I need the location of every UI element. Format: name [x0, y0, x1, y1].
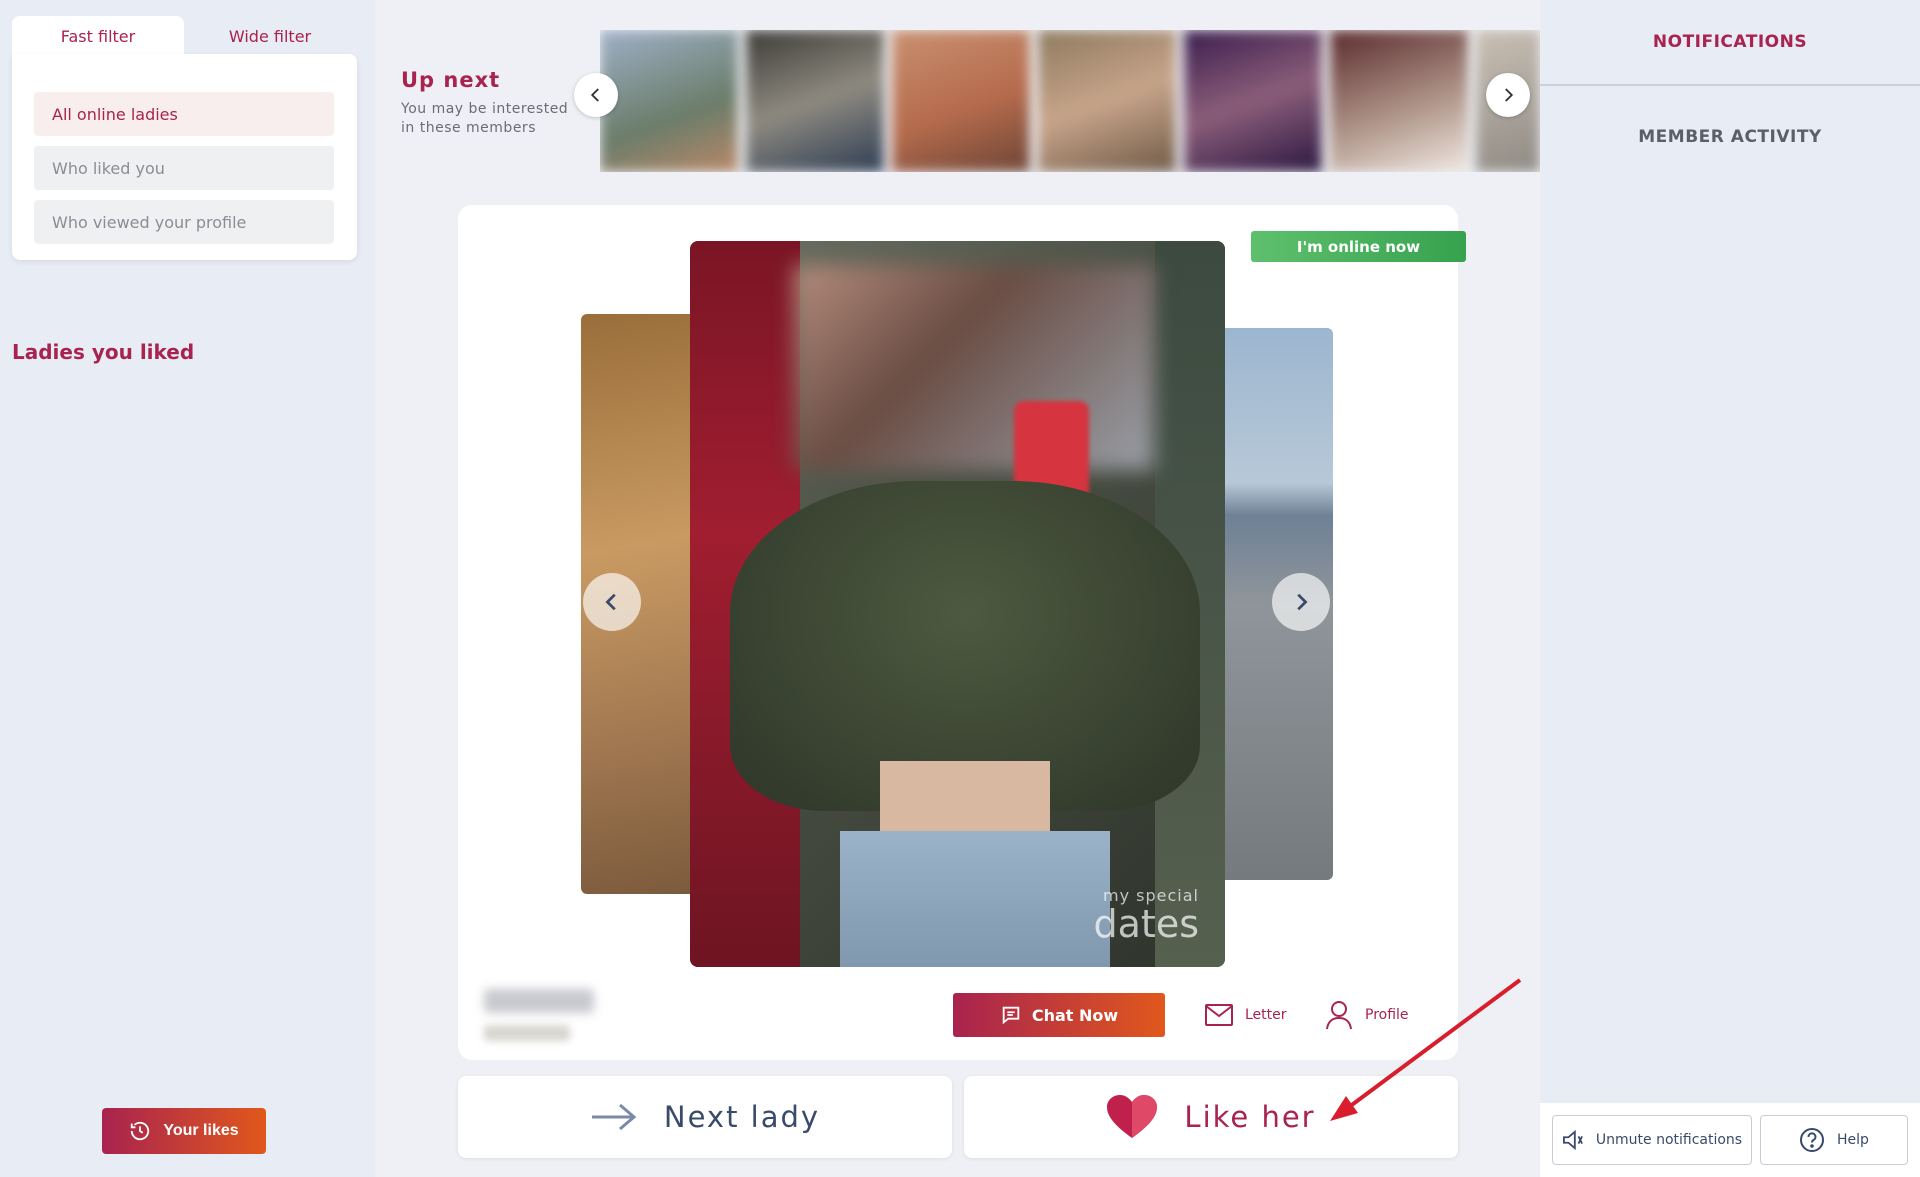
filter-list: All online ladies Who liked you Who view…: [12, 54, 357, 260]
filter-card: Fast filter Wide filter All online ladie…: [12, 16, 357, 260]
photo-prev-button[interactable]: [583, 573, 641, 631]
help-button[interactable]: Help: [1760, 1115, 1908, 1165]
strip-prev-button[interactable]: [574, 73, 618, 117]
liked-section-title: Ladies you liked: [12, 340, 195, 364]
right-panel: NOTIFICATIONS MEMBER ACTIVITY Unmute not…: [1540, 0, 1920, 1177]
upnext-title: Up next: [401, 68, 501, 92]
tab-wide-filter[interactable]: Wide filter: [184, 16, 356, 56]
profile-button[interactable]: Profile: [1325, 1000, 1409, 1030]
next-lady-label: Next lady: [663, 1100, 821, 1134]
tab-fast-filter[interactable]: Fast filter: [12, 16, 184, 56]
your-likes-label: Your likes: [163, 1122, 239, 1139]
filter-all-online[interactable]: All online ladies: [34, 92, 334, 136]
member-thumb[interactable]: [746, 30, 884, 172]
utility-bar: Unmute notifications Help: [1540, 1103, 1920, 1177]
main-profile-photo[interactable]: my special dates: [690, 241, 1225, 967]
filter-who-viewed-profile[interactable]: Who viewed your profile: [34, 200, 334, 244]
member-thumb[interactable]: [892, 30, 1030, 172]
watermark-big-text: dates: [1093, 902, 1199, 946]
chevron-left-icon: [605, 593, 616, 611]
profile-card: my special dates I'm online now Chat Now…: [458, 205, 1466, 1060]
tab-member-activity[interactable]: MEMBER ACTIVITY: [1540, 112, 1920, 162]
unmute-notifications-button[interactable]: Unmute notifications: [1552, 1115, 1752, 1165]
letter-label: Letter: [1245, 1007, 1287, 1023]
like-her-label: Like her: [1184, 1100, 1316, 1134]
jeans-decor: [840, 831, 1110, 967]
member-thumb[interactable]: [1038, 30, 1176, 172]
profile-label: Profile: [1365, 1007, 1409, 1023]
online-badge: I'm online now: [1251, 231, 1466, 262]
clock-icon: [131, 1121, 150, 1141]
letter-button[interactable]: Letter: [1205, 1000, 1287, 1030]
filter-who-liked-you[interactable]: Who liked you: [34, 146, 334, 190]
member-name-blurred: [484, 989, 594, 1013]
help-label: Help: [1837, 1132, 1869, 1148]
strip-next-button[interactable]: [1486, 73, 1530, 117]
photo-next-button[interactable]: [1272, 573, 1330, 631]
upnext-strip: [600, 30, 1540, 172]
member-thumb[interactable]: [600, 30, 738, 172]
upnext-subtitle: You may be interested in these members: [401, 101, 569, 136]
user-icon: [1326, 1001, 1352, 1030]
heart-icon: [1107, 1095, 1158, 1138]
your-likes-button[interactable]: Your likes: [102, 1108, 266, 1154]
chevron-left-icon: [590, 88, 599, 102]
unmute-label: Unmute notifications: [1595, 1132, 1743, 1148]
midriff-decor: [880, 761, 1050, 841]
watermark: my special dates: [1094, 886, 1199, 943]
help-icon: [1800, 1128, 1825, 1152]
chat-now-button[interactable]: Chat Now: [953, 993, 1165, 1037]
tab-notifications[interactable]: NOTIFICATIONS: [1540, 0, 1920, 86]
chat-icon: [1002, 1006, 1020, 1025]
speaker-icon: [1562, 1130, 1583, 1150]
blurred-face: [794, 265, 1154, 470]
chat-now-label: Chat Now: [1031, 1005, 1119, 1025]
next-lady-button[interactable]: Next lady: [458, 1076, 952, 1158]
chevron-right-icon: [1505, 88, 1514, 102]
member-location-blurred: [484, 1025, 570, 1041]
like-her-button[interactable]: Like her: [964, 1076, 1458, 1158]
left-sidebar: Fast filter Wide filter All online ladie…: [0, 0, 375, 1177]
arrow-right-icon: [591, 1103, 637, 1131]
member-thumb[interactable]: [1330, 30, 1468, 172]
envelope-icon: [1205, 1004, 1233, 1026]
chevron-right-icon: [1297, 593, 1308, 611]
member-thumb[interactable]: [1184, 30, 1322, 172]
